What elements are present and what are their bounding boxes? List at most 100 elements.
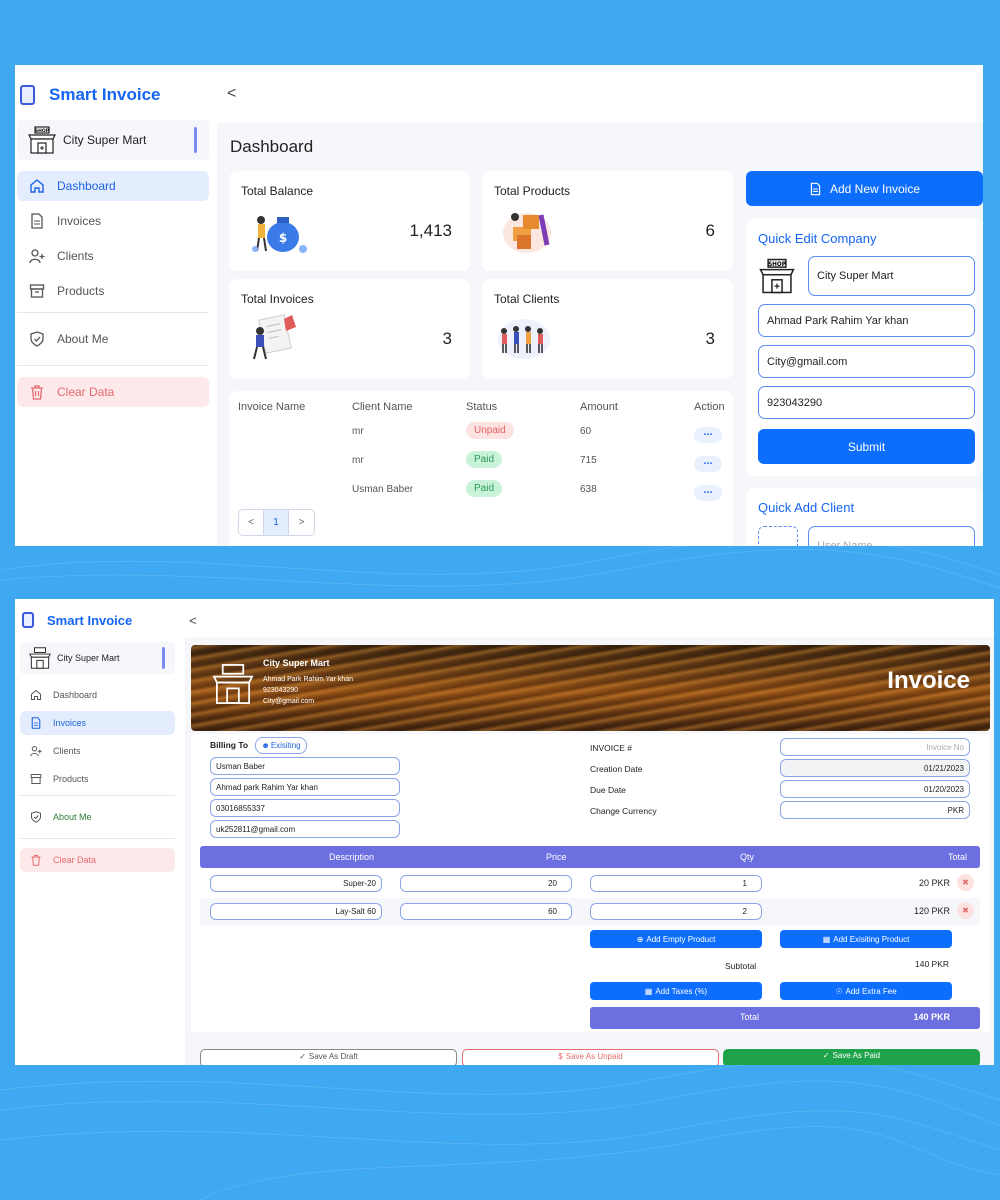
item-price-input[interactable]: 20 [400,875,572,892]
item-row: Super-20 20 1 20 PKR ✖ [200,871,980,896]
page-title: Dashboard [230,137,314,156]
item-price-input[interactable]: 60 [400,903,572,920]
creation-date-label: Creation Date [590,764,643,774]
home-icon [30,179,44,193]
item-description-input[interactable]: Lay-Salt 60 [210,903,382,920]
col-price: Price [546,852,567,862]
due-date-label: Due Date [590,785,626,795]
svg-text:SHOP: SHOP [768,262,786,268]
nav-dashboard-label: Dashboard [57,179,116,193]
nav-clients-label: Clients [57,249,94,263]
add-extra-fee-button[interactable]: ☉ Add Extra Fee [780,982,952,1000]
card-label: Total Invoices [241,292,314,306]
client-name-input[interactable]: Usman Baber [210,757,400,775]
nav-clear-data[interactable]: Clear Data [20,848,175,872]
nav-invoices-label: Invoices [57,214,102,228]
card-value: 3 [442,329,452,348]
amount-cell: 715 [580,455,597,466]
client-email-input[interactable]: uk252811@gmail.com [210,820,400,838]
trash-icon: ✖ [962,878,969,887]
add-taxes-button[interactable]: ▦ Add Taxes (%) [590,982,762,1000]
nav-about[interactable]: About Me [20,806,175,828]
nav-clear-data[interactable]: Clear Data [17,377,209,407]
item-total: 20 PKR [918,878,950,888]
next-page-button[interactable]: > [289,510,314,535]
nav-products[interactable]: Products [20,768,175,790]
app-brand[interactable]: Smart Invoice [20,85,161,105]
page-1-button[interactable]: 1 [264,510,289,535]
add-empty-product-button[interactable]: ⊕ Add Empty Product [590,930,762,948]
archive-box-icon [30,774,42,784]
col-header-invoice-name: Invoice Name [238,401,306,413]
card-label: Total Clients [494,292,560,306]
company-name: City Super Mart [263,658,330,668]
status-badge: Unpaid [466,422,514,439]
back-button[interactable]: < [227,85,236,103]
company-phone-input[interactable]: 923043290 [758,386,975,419]
creation-date-input[interactable]: 01/21/2023 [780,759,970,777]
check-circle-icon: ✓ [299,1052,306,1061]
sidebar: Smart Invoice SHOP City Super Mart Dashb… [15,65,215,546]
nav-invoices[interactable]: Invoices [20,711,175,735]
client-avatar-upload[interactable] [758,526,798,546]
company-email: City@gmail.com [263,698,315,705]
save-unpaid-button[interactable]: $ Save As Unpaid [462,1049,719,1065]
row-actions-button[interactable]: ... [694,485,722,501]
item-qty-input[interactable]: 2 [590,903,762,920]
subtotal-label: Subtotal [725,961,757,971]
quick-add-client-panel: Quick Add Client User Name [746,488,983,546]
client-cell: mr [352,426,364,437]
home-icon [30,689,42,701]
client-phone-input[interactable]: 03016855337 [210,799,400,817]
company-address-input[interactable]: Ahmad Park Rahim Yar khan [758,304,975,337]
shop-selector[interactable]: City Super Mart [20,642,175,674]
prev-page-button[interactable]: < [239,510,264,535]
app-brand[interactable]: Smart Invoice [22,612,132,628]
document-icon [810,182,821,195]
nav-invoices[interactable]: Invoices [17,206,209,236]
add-user-icon [29,249,45,264]
add-user-icon [30,746,42,757]
delete-item-button[interactable]: ✖ [957,902,974,919]
client-address-input[interactable]: Ahmad park Rahim Yar khan [210,778,400,796]
nav-dashboard[interactable]: Dashboard [17,171,209,201]
nav-products[interactable]: Products [17,276,209,306]
add-new-invoice-label: Add New Invoice [829,181,921,196]
nav-dashboard[interactable]: Dashboard [20,684,175,706]
row-actions-button[interactable]: ... [694,427,722,443]
add-extra-fee-label: Add Extra Fee [845,986,897,996]
invoice-number-input[interactable]: Invoice No [780,738,970,756]
nav-dashboard-label: Dashboard [53,690,98,700]
nav-clear-label: Clear Data [53,855,97,865]
nav-about[interactable]: About Me [17,324,209,354]
status-badge: Paid [466,451,503,468]
existing-client-button[interactable]: ☻ Exisiting [255,737,307,754]
nav-divider [20,795,175,796]
nav-about-label: About Me [57,332,109,346]
row-actions-button[interactable]: ... [694,456,722,472]
nav-clients[interactable]: Clients [17,241,209,271]
nav-clear-label: Clear Data [57,385,115,399]
company-email-input[interactable]: City@gmail.com [758,345,975,378]
shop-selector[interactable]: SHOP City Super Mart [17,120,209,160]
nav-about-label: About Me [53,812,92,822]
company-name-input[interactable]: City Super Mart [808,256,975,296]
col-qty: Qty [740,852,755,862]
save-draft-button[interactable]: ✓ Save As Draft [200,1049,457,1065]
col-header-client-name: Client Name [352,401,413,413]
item-qty-input[interactable]: 1 [590,875,762,892]
save-paid-button[interactable]: ✓ Save As Paid [723,1049,980,1065]
col-header-status: Status [466,401,498,413]
item-description-input[interactable]: Super-20 [210,875,382,892]
submit-button[interactable]: Submit [758,429,975,464]
client-name-input[interactable]: User Name [808,526,975,546]
currency-select[interactable]: PKR [780,801,970,819]
delete-item-button[interactable]: ✖ [957,874,974,891]
add-existing-product-button[interactable]: ▦ Add Exisiting Product [780,930,952,948]
add-new-invoice-button[interactable]: Add New Invoice [746,171,983,206]
shield-check-icon [30,331,44,347]
back-button[interactable]: < [189,613,197,628]
nav-clients[interactable]: Clients [20,740,175,762]
due-date-input[interactable]: 01/20/2023 [780,780,970,798]
client-cell: mr [352,455,364,466]
